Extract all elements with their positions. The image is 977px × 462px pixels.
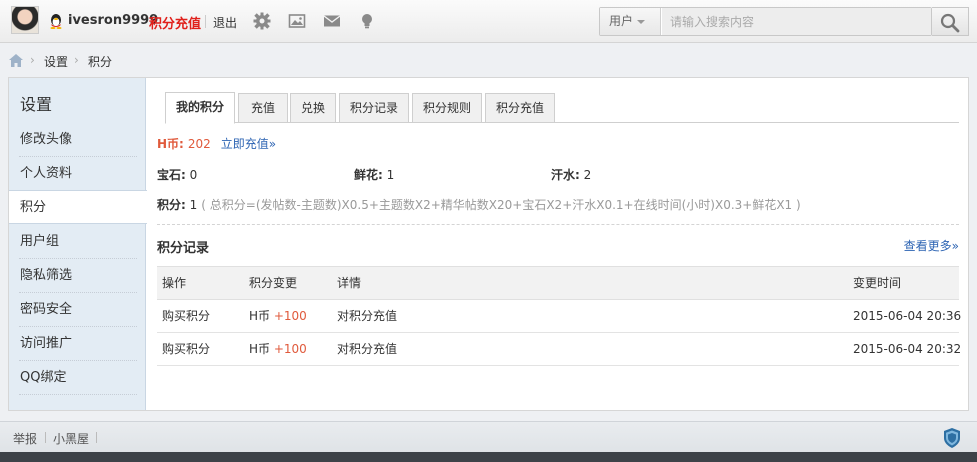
records-title: 积分记录 <box>157 241 210 256</box>
search-button[interactable] <box>932 7 969 36</box>
breadcrumb-item-settings[interactable]: 设置 <box>44 53 68 70</box>
column-header: 变更时间 <box>853 276 902 290</box>
divider <box>157 224 959 225</box>
stat-label: 鲜花: <box>354 168 383 182</box>
sidebar-item-privacy[interactable]: 隐私筛选 <box>19 259 137 293</box>
tab-records[interactable]: 积分记录 <box>339 93 409 123</box>
row-change: H币 +100 <box>249 333 307 366</box>
stat-value: 1 <box>386 168 395 182</box>
table-row: 购买积分 H币 +100 对积分充值 2015-06-04 20:32 <box>157 333 962 366</box>
score-value: 1 <box>189 198 198 212</box>
tab-recharge[interactable]: 充值 <box>238 93 288 123</box>
divider <box>45 432 46 443</box>
search-type-dropdown[interactable]: 用户 <box>600 8 661 35</box>
stat-sweat: 汗水: 2 <box>551 166 591 183</box>
search-icon <box>940 13 960 33</box>
score-row: 积分: 1( 总积分=(发帖数-主题数)X0.5+主题数X2+精华帖数X20+宝… <box>157 196 801 213</box>
chevron-down-icon <box>637 20 645 24</box>
sidebar-item-avatar[interactable]: 修改头像 <box>19 123 137 157</box>
taskbar-strip <box>0 452 977 462</box>
currency-row: H币: 202 立即充值» <box>157 135 276 152</box>
sidebar-item-points[interactable]: 积分 <box>9 190 147 224</box>
column-header: 详情 <box>337 276 362 290</box>
main-panel: 设置 修改头像 个人资料 积分 用户组 隐私筛选 密码安全 访问推广 QQ绑定 … <box>8 77 969 411</box>
sidebar-item-promotion[interactable]: 访问推广 <box>19 327 137 361</box>
table-row: 购买积分 H币 +100 对积分充值 2015-06-04 20:36 <box>157 300 962 333</box>
footer-link-report[interactable]: 举报 <box>13 430 37 447</box>
username[interactable]: ivesron9999 <box>68 13 158 28</box>
search-type-label: 用户 <box>609 14 634 28</box>
row-unit: H币 <box>249 342 271 356</box>
top-bar: ivesron9999 积分充值 退出 用户 <box>0 0 977 43</box>
row-detail: 对积分充值 <box>337 342 398 356</box>
stat-flowers: 鲜花: 1 <box>354 166 394 183</box>
see-more-link[interactable]: 查看更多» <box>904 237 959 254</box>
stat-value: 0 <box>189 168 198 182</box>
sidebar-item-profile[interactable]: 个人资料 <box>19 157 137 191</box>
breadcrumb-separator: › <box>30 53 35 67</box>
row-change: H币 +100 <box>249 300 307 333</box>
divider <box>96 432 97 443</box>
row-unit: H币 <box>249 309 271 323</box>
logout-link[interactable]: 退出 <box>213 14 237 31</box>
divider <box>205 15 206 28</box>
image-icon[interactable] <box>288 12 306 30</box>
row-time: 2015-06-04 20:36 <box>853 309 962 323</box>
stat-label: 汗水: <box>551 168 580 182</box>
qq-penguin-icon <box>50 14 62 29</box>
score-label: 积分: <box>157 198 186 212</box>
breadcrumb-item-points[interactable]: 积分 <box>88 53 112 70</box>
recharge-link[interactable]: 积分充值 <box>149 13 201 32</box>
stat-gems: 宝石: 0 <box>157 166 197 183</box>
stat-label: 宝石: <box>157 168 186 182</box>
shield-icon[interactable] <box>943 428 961 448</box>
footer: 举报 小黑屋 <box>0 421 977 452</box>
row-action: 购买积分 <box>162 309 211 323</box>
breadcrumb-separator: › <box>74 53 79 67</box>
search-box: 用户 <box>599 7 932 36</box>
tab-rules[interactable]: 积分规则 <box>412 93 482 123</box>
avatar[interactable] <box>11 6 39 34</box>
row-action: 购买积分 <box>162 342 211 356</box>
recharge-now-link[interactable]: 立即充值» <box>221 137 276 151</box>
hb-label: H币: <box>157 137 184 151</box>
table-header: 操作 积分变更 详情 变更时间 <box>157 266 959 300</box>
content-area: 我的积分 充值 兑换 积分记录 积分规则 积分充值 H币: 202 立即充值» 宝石… <box>157 78 962 410</box>
score-formula: ( 总积分=(发帖数-主题数)X0.5+主题数X2+精华帖数X20+宝石X2+汗… <box>201 198 801 212</box>
sidebar-item-qq[interactable]: QQ绑定 <box>19 361 137 395</box>
tab-bar: 我的积分 充值 兑换 积分记录 积分规则 积分充值 <box>165 92 959 124</box>
search-input[interactable] <box>662 8 931 35</box>
footer-link-blacklist[interactable]: 小黑屋 <box>53 430 89 447</box>
tab-points-recharge[interactable]: 积分充值 <box>485 93 555 123</box>
hb-value: 202 <box>187 137 211 151</box>
lightbulb-icon[interactable] <box>358 12 376 30</box>
home-icon[interactable] <box>9 54 23 67</box>
tab-exchange[interactable]: 兑换 <box>290 93 336 123</box>
tab-my-points[interactable]: 我的积分 <box>165 92 235 124</box>
settings-gear-icon[interactable] <box>253 12 271 30</box>
sidebar: 设置 修改头像 个人资料 积分 用户组 隐私筛选 密码安全 访问推广 QQ绑定 <box>9 78 147 410</box>
sidebar-title: 设置 <box>20 95 53 114</box>
row-detail: 对积分充值 <box>337 309 398 323</box>
sidebar-item-password[interactable]: 密码安全 <box>19 293 137 327</box>
row-time: 2015-06-04 20:32 <box>853 342 962 356</box>
stat-value: 2 <box>583 168 592 182</box>
mail-icon[interactable] <box>323 12 341 30</box>
row-change-value: +100 <box>273 342 307 356</box>
column-header: 操作 <box>162 276 187 290</box>
row-change-value: +100 <box>273 309 307 323</box>
sidebar-item-usergroup[interactable]: 用户组 <box>19 225 137 259</box>
column-header: 积分变更 <box>249 276 298 290</box>
